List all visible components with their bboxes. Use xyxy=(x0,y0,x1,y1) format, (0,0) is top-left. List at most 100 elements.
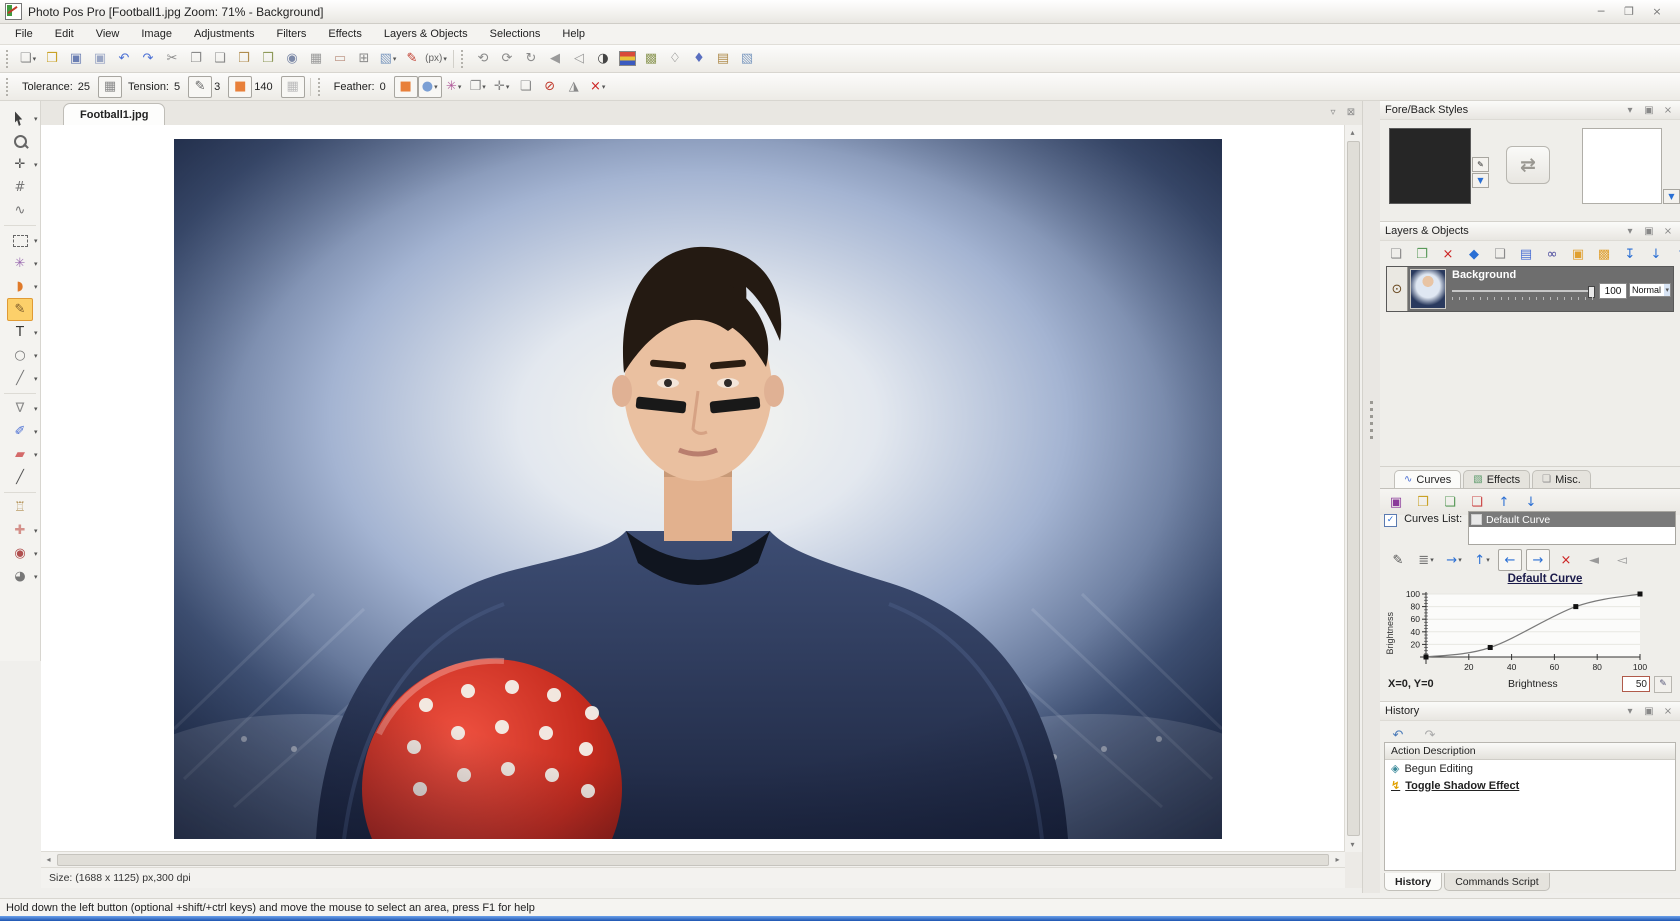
edit-curve-icon[interactable]: ✎ xyxy=(1386,549,1410,571)
menu-item-adjustments[interactable]: Adjustments xyxy=(183,25,266,43)
new-layer-icon[interactable]: ❏ xyxy=(1384,243,1408,265)
frame-icon[interactable]: ▤ xyxy=(711,48,735,70)
apply-horizontal-icon[interactable]: →▾ xyxy=(1442,549,1466,571)
menu-item-edit[interactable]: Edit xyxy=(44,25,85,43)
scroll-down-icon[interactable]: ▾ xyxy=(1345,837,1360,852)
chevron-down-icon[interactable]: ▾ xyxy=(1664,284,1670,296)
grid-icon[interactable]: ▦ xyxy=(304,48,328,70)
brush-tool[interactable]: ✐▾ xyxy=(0,420,41,443)
menu-item-file[interactable]: File xyxy=(4,25,44,43)
curve-point[interactable] xyxy=(1424,655,1429,660)
layer-opacity-slider[interactable] xyxy=(1452,290,1593,292)
eyedropper-tool-icon[interactable]: ╱ xyxy=(7,466,33,489)
scroll-up-icon[interactable]: ▴ xyxy=(1345,125,1360,140)
tab-list-icon[interactable]: ▿ xyxy=(1326,105,1340,119)
history-column-header[interactable]: Action Description xyxy=(1385,743,1675,760)
splitter-handle-icon[interactable] xyxy=(1370,401,1373,441)
curves-list[interactable]: Default Curve xyxy=(1468,511,1676,545)
sharpen-icon[interactable]: ♢ xyxy=(663,48,687,70)
layer-down-icon[interactable]: ↓ xyxy=(1644,243,1668,265)
history-entry[interactable]: ↯Toggle Shadow Effect xyxy=(1385,777,1675,794)
copy-icon[interactable]: ❐ xyxy=(184,48,208,70)
maximize-icon[interactable]: ❐ xyxy=(1620,4,1638,19)
layer-row-background[interactable]: ⊙ Background 100 Normal ▾ xyxy=(1386,266,1674,312)
select-rectangle-tool-icon[interactable] xyxy=(7,229,33,252)
layer-opacity-value[interactable]: 100 xyxy=(1599,283,1627,299)
line-width-value[interactable]: 3 xyxy=(214,81,220,93)
close-panel-icon[interactable]: × xyxy=(1661,224,1675,238)
curve-selection-tool-icon[interactable]: ✎ xyxy=(7,298,33,321)
minimize-icon[interactable]: ─ xyxy=(1592,4,1610,19)
flip-curve-v-icon[interactable]: ◅ xyxy=(1610,549,1634,571)
balloon-tool-icon[interactable]: ◕ xyxy=(7,565,33,588)
eraser-tool[interactable]: ▰▾ xyxy=(0,443,41,466)
chevron-down-icon[interactable]: ▾ xyxy=(1430,556,1434,564)
paste-special-icon[interactable]: ❒ xyxy=(256,48,280,70)
layer-to-bottom-icon[interactable]: ↧ xyxy=(1618,243,1642,265)
edit-foreground-icon[interactable]: ✎ xyxy=(1472,157,1489,172)
shapes-tool[interactable]: ○▾ xyxy=(0,344,41,367)
close-panel-icon[interactable]: × xyxy=(1661,704,1675,718)
eraser-tool-icon[interactable]: ▰ xyxy=(7,443,33,466)
horizontal-scroll-thumb[interactable] xyxy=(57,854,1329,866)
history-entry[interactable]: ◈Begun Editing xyxy=(1385,760,1675,777)
tab-history[interactable]: History xyxy=(1384,873,1442,891)
chevron-down-icon[interactable]: ▾ xyxy=(34,550,38,558)
delete-point-icon[interactable]: × xyxy=(1554,549,1578,571)
layer-properties-icon[interactable]: ◆ xyxy=(1462,243,1486,265)
shapes-tool-icon[interactable]: ○ xyxy=(7,344,33,367)
ruler-icon[interactable]: ▭ xyxy=(328,48,352,70)
chevron-down-icon[interactable]: ▾ xyxy=(34,352,38,360)
apply-value-icon[interactable]: ✎ xyxy=(1654,676,1672,693)
menu-item-layers-objects[interactable]: Layers & Objects xyxy=(373,25,479,43)
close-panel-icon[interactable]: × xyxy=(1661,103,1675,117)
copy-selection-button[interactable]: ❐▾ xyxy=(466,76,490,98)
scroll-left-icon[interactable]: ◂ xyxy=(41,852,56,867)
vertical-scroll-thumb[interactable] xyxy=(1347,141,1360,836)
fill-tool[interactable]: ∇▾ xyxy=(0,397,41,420)
rotate-free-icon[interactable]: ↻ xyxy=(519,48,543,70)
curve-up-icon[interactable]: ↑ xyxy=(1492,491,1516,513)
layer-up-icon[interactable]: ↑ xyxy=(1670,243,1680,265)
menu-item-help[interactable]: Help xyxy=(551,25,596,43)
close-icon[interactable]: × xyxy=(1648,4,1666,19)
chevron-down-icon[interactable]: ▾ xyxy=(443,55,447,63)
copy-special-icon[interactable]: ❑ xyxy=(208,48,232,70)
collapse-icon[interactable]: ▾ xyxy=(1623,224,1637,238)
menu-item-effects[interactable]: Effects xyxy=(317,25,372,43)
curve-point[interactable] xyxy=(1573,604,1578,609)
menu-item-selections[interactable]: Selections xyxy=(479,25,552,43)
layer-visibility-eye-icon[interactable]: ⊙ xyxy=(1387,267,1408,311)
color-replace-icon[interactable]: ▩ xyxy=(639,48,663,70)
split-view-icon[interactable]: ⊞ xyxy=(352,48,376,70)
chevron-down-icon[interactable]: ▾ xyxy=(458,83,462,91)
pin-icon[interactable]: ▣ xyxy=(1642,103,1656,117)
chevron-down-icon[interactable]: ▾ xyxy=(34,161,38,169)
blur-icon[interactable]: ♦ xyxy=(687,48,711,70)
brush-size-value[interactable]: 140 xyxy=(254,81,272,93)
preview-icon[interactable]: ◉ xyxy=(280,48,304,70)
delete-layer-icon[interactable]: × xyxy=(1436,243,1460,265)
healing-tool[interactable]: ✚▾ xyxy=(0,519,41,542)
wand-options-button[interactable]: ✳▾ xyxy=(442,76,466,98)
chevron-down-icon[interactable]: ▾ xyxy=(506,83,510,91)
chevron-down-icon[interactable]: ▾ xyxy=(34,237,38,245)
horizontal-scrollbar[interactable]: ◂ ▸ xyxy=(41,851,1345,868)
crop-tool[interactable]: # xyxy=(0,176,41,199)
merge-down-icon[interactable]: ▣ xyxy=(1566,243,1590,265)
toolbar-grip[interactable] xyxy=(6,50,11,68)
fill-tool-icon[interactable]: ∇ xyxy=(7,397,33,420)
delete-curve-icon[interactable]: ❏ xyxy=(1465,491,1489,513)
curve-pen-button[interactable]: ✎ xyxy=(188,76,212,98)
curve-item-checkbox[interactable] xyxy=(1471,514,1482,525)
apply-vertical-icon[interactable]: ↑▾ xyxy=(1470,549,1494,571)
select-rectangle-tool[interactable]: ▾ xyxy=(0,229,41,252)
open-file-icon[interactable]: ❒ xyxy=(40,48,64,70)
color-levels-icon[interactable] xyxy=(615,48,639,70)
delete-selection-button[interactable]: ×▾ xyxy=(586,76,610,98)
hide-layer-icon[interactable]: ∞ xyxy=(1540,243,1564,265)
tab-effects[interactable]: ▧Effects xyxy=(1463,470,1530,488)
healing-tool-icon[interactable]: ✚ xyxy=(7,519,33,542)
foreground-swatch[interactable] xyxy=(1389,128,1471,204)
curve-point[interactable] xyxy=(1638,592,1643,597)
